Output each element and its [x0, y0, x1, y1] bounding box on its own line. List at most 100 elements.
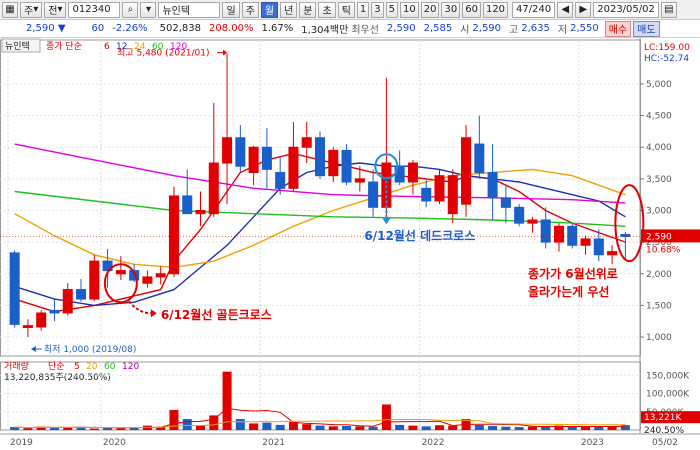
candle-body	[155, 273, 166, 278]
strategy-note-line1: 종가가 6월선위로	[528, 266, 618, 281]
volume-ma-legend-5[interactable]: 5	[74, 362, 80, 372]
volume-header-value: 13,220,835주(240.50%)	[4, 372, 111, 383]
volume-bar	[315, 425, 325, 430]
candle-body	[567, 225, 578, 246]
volume-bar	[527, 426, 537, 430]
current-price: 2,590 ▼	[26, 23, 66, 34]
strategy-note-line2: 올라가는게 우선	[528, 284, 609, 299]
period-tab[interactable]: 일	[222, 1, 240, 18]
volume-bar	[488, 425, 498, 430]
volume-bar	[408, 425, 418, 430]
grid-icon[interactable]: ▦	[2, 1, 18, 18]
interval-button[interactable]: 60	[462, 1, 481, 18]
low-price: 2,550	[570, 23, 599, 34]
sell-button[interactable]: 매도	[633, 20, 660, 37]
ask-price: 2,590	[386, 23, 416, 34]
current-rate-label: 10.68%	[646, 245, 681, 255]
open-price: 2,590	[472, 23, 502, 34]
open-label: 시	[460, 25, 470, 36]
candle-body	[527, 219, 538, 224]
candle-body	[275, 172, 286, 189]
pref-label: 최우선	[351, 25, 379, 36]
golden-cross-label: 6/12월선 골든크로스	[161, 307, 272, 322]
volume-bar	[474, 424, 484, 430]
interval-button[interactable]: 5	[385, 1, 399, 18]
interval-button[interactable]: 1	[356, 1, 370, 18]
y-tick-label: 1,000	[646, 333, 672, 343]
volume-bar	[421, 426, 431, 430]
interval-button[interactable]: 120	[482, 1, 509, 18]
calendar-icon[interactable]: ▤	[660, 1, 677, 18]
candle-body	[142, 276, 153, 284]
ma-legend-6[interactable]: 6	[104, 42, 110, 52]
dead-cross-label: 6/12월선 데드크로스	[364, 228, 475, 243]
buy-button[interactable]: 매수	[604, 20, 632, 37]
dropdown-icon[interactable]: ▾	[140, 1, 157, 18]
lc-label: LC:159.00	[644, 43, 690, 53]
candle-body	[182, 195, 193, 215]
chevron-right-icon[interactable]: ▶	[575, 1, 592, 18]
change-rate: -2.26%	[112, 23, 148, 34]
period-tab[interactable]: 초	[318, 1, 336, 18]
date-value: 2023/05/02	[597, 4, 655, 15]
volume-bar	[501, 426, 511, 430]
candle-body	[607, 251, 618, 256]
interval-button[interactable]: 10	[400, 1, 419, 18]
candle-body	[421, 187, 432, 202]
stock-name-field: 뉴인텍	[158, 1, 221, 18]
current-price-badge-label: 2,590	[646, 232, 672, 242]
period-tab[interactable]: 주	[241, 1, 259, 18]
x-tick-label: 2019	[10, 438, 33, 448]
price-chart[interactable]: 2019 2020 2021 2022 2023 05/02 1,000 1,500 2,000…	[0, 38, 700, 450]
interval-button[interactable]: 30	[441, 1, 461, 18]
candle-body	[195, 209, 206, 215]
date-field[interactable]: 2023/05/02	[593, 1, 659, 18]
candle-body	[514, 206, 525, 224]
interval-button[interactable]: 3	[371, 1, 384, 18]
volume-bar	[355, 426, 365, 430]
market-select[interactable]: 전 ▾	[44, 1, 67, 18]
candle-body	[354, 178, 365, 183]
volume-ma-legend-60[interactable]: 60	[104, 362, 116, 372]
type-select[interactable]: 주 ▾	[20, 1, 43, 18]
volume-bar	[567, 426, 577, 430]
page-counter: 47/240	[512, 1, 556, 18]
candle-body	[461, 137, 472, 205]
candle-body	[36, 312, 47, 328]
period-tab[interactable]: 분	[299, 1, 317, 18]
candle-body	[62, 289, 73, 314]
interval-button[interactable]: 20	[420, 1, 440, 18]
volume-bar	[209, 415, 219, 430]
candle-body	[407, 162, 418, 183]
volume-indicator-label: 단순	[48, 361, 65, 372]
volume-ma-legend-20[interactable]: 20	[86, 362, 98, 372]
interval-buttons: 1 3 5 10 20 30 60 120	[355, 1, 509, 18]
volume-bar	[195, 425, 206, 430]
period-tab[interactable]: 틱	[337, 1, 355, 18]
volume-bar	[89, 428, 99, 430]
low-note: 최저 1,000 (2019/08)	[44, 344, 136, 355]
candle-body	[208, 162, 219, 215]
candle-body	[248, 146, 259, 174]
turnover-rate: 1.67%	[261, 23, 294, 34]
chevron-left-icon[interactable]: ◀	[557, 1, 574, 18]
candle-body	[328, 149, 339, 177]
candle-body	[447, 175, 458, 215]
candle-body	[9, 252, 20, 325]
period-tab[interactable]: 년	[280, 1, 298, 18]
volume-bar	[514, 427, 524, 430]
search-icon[interactable]: ⌕	[122, 1, 139, 18]
candle-body	[487, 172, 498, 199]
stock-code-input[interactable]: 012340	[68, 1, 121, 18]
candle-body	[49, 309, 60, 314]
volume-bar	[235, 419, 245, 430]
bid-price: 2,585	[423, 23, 453, 34]
candle-body	[89, 260, 100, 300]
volume-ma-legend-120[interactable]: 120	[122, 362, 139, 372]
candle-body	[168, 195, 179, 275]
candle-body	[553, 225, 564, 243]
price-change: 60	[91, 23, 105, 34]
candle-body	[474, 143, 485, 174]
period-tab[interactable]: 월	[260, 1, 279, 18]
volume-bar	[448, 425, 458, 430]
